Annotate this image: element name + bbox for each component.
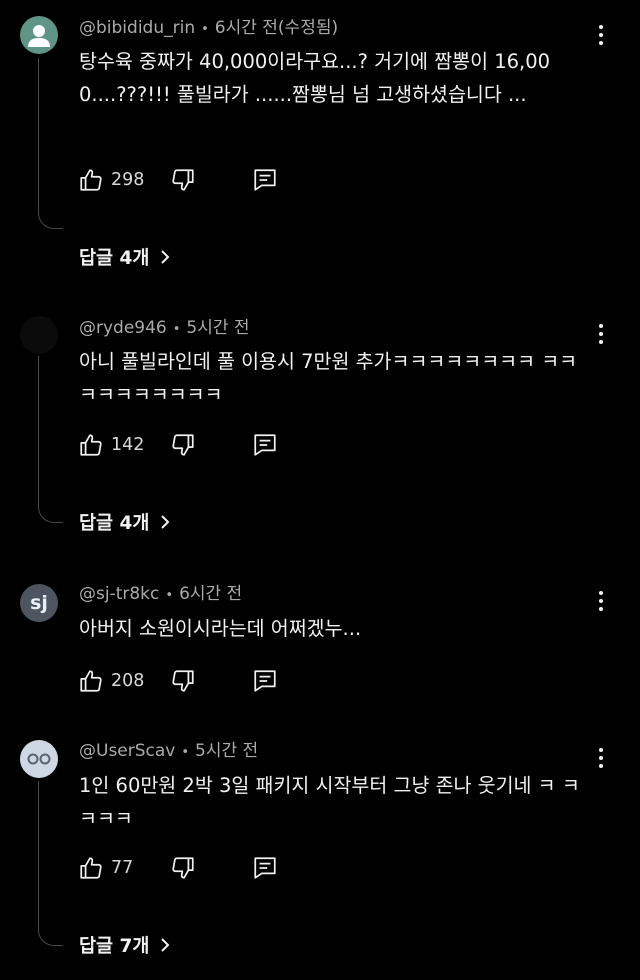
view-replies-button[interactable]: 답글 4개 (79, 508, 171, 536)
reply-icon (254, 169, 276, 191)
reply-button[interactable] (252, 666, 278, 696)
comment-meta: @ryde946 • 5시간 전 (79, 316, 250, 340)
replies-label: 답글 4개 (79, 248, 150, 269)
comment-text: 탕수육 중짜가 40,000이라구요...? 거기에 짬뽕이 16,000...… (79, 50, 551, 106)
eyes-icon (27, 753, 51, 765)
chevron-right-icon (161, 515, 170, 529)
avatar[interactable] (20, 740, 58, 778)
like-count: 298 (111, 170, 145, 190)
more-dot (599, 748, 603, 752)
like-button[interactable]: 77 (78, 853, 133, 883)
reply-button[interactable] (252, 853, 278, 883)
thumbs-up-icon (80, 169, 102, 191)
avatar-initials: sj (30, 592, 48, 614)
dislike-button[interactable] (170, 430, 196, 460)
comment-time: 6시간 전(수정됨) (214, 18, 339, 38)
like-count: 77 (111, 858, 134, 878)
reply-icon (254, 670, 276, 692)
comment-time: 5시간 전 (195, 741, 259, 761)
more-options-button[interactable] (594, 23, 608, 47)
avatar[interactable] (20, 16, 58, 54)
like-button[interactable]: 208 (78, 666, 144, 696)
reply-icon (254, 434, 276, 456)
reply-button[interactable] (252, 430, 278, 460)
more-dot (599, 332, 603, 336)
like-button[interactable]: 142 (78, 430, 144, 460)
more-dot (599, 324, 603, 328)
more-dot (599, 591, 603, 595)
avatar[interactable]: sj (20, 584, 58, 622)
dislike-button[interactable] (170, 853, 196, 883)
comment-meta: @sj-tr8kc • 6시간 전 (79, 582, 242, 606)
chevron-right-icon (161, 938, 170, 952)
view-replies-button[interactable]: 답글 7개 (79, 931, 171, 959)
meta-separator: • (201, 22, 209, 37)
more-options-button[interactable] (594, 322, 608, 346)
dislike-button[interactable] (170, 165, 196, 195)
comment-meta: @bibididu_rin • 6시간 전(수정됨) (79, 16, 338, 40)
more-dot (599, 340, 603, 344)
comment-time: 5시간 전 (186, 318, 250, 338)
more-dot (599, 41, 603, 45)
more-options-button[interactable] (594, 746, 608, 770)
comment-author[interactable]: @ryde946 (79, 318, 167, 338)
reply-icon (254, 857, 276, 879)
thread-line (38, 58, 63, 229)
thumbs-down-icon (172, 434, 194, 456)
more-dot (599, 33, 603, 37)
like-button[interactable]: 298 (78, 165, 144, 195)
more-options-button[interactable] (594, 589, 608, 613)
comment-text: 1인 60만원 2박 3일 패키지 시작부터 그냥 존나 웃기네 ㅋ ㅋㅋㅋㅋ (79, 774, 580, 830)
comment-text: 아니 풀빌라인데 풀 이용시 7만원 추가ㅋㅋㅋㅋㅋㅋㅋㅋ ㅋㅋㅋㅋㅋㅋㅋㅋㅋㅋ (79, 350, 578, 406)
comment-author[interactable]: @bibididu_rin (79, 18, 195, 38)
comment-time: 6시간 전 (179, 584, 243, 604)
thumbs-up-icon (80, 434, 102, 456)
thumbs-up-icon (80, 670, 102, 692)
comment-text: 아버지 소원이시라는데 어쩌겠누... (79, 617, 362, 640)
more-dot (599, 607, 603, 611)
comment-meta: @UserScav • 5시간 전 (79, 739, 258, 763)
thread-line (38, 356, 63, 523)
meta-separator: • (165, 588, 174, 603)
like-count: 208 (111, 671, 145, 691)
chevron-right-icon (161, 250, 170, 264)
thumbs-down-icon (172, 169, 194, 191)
person-icon (28, 25, 50, 47)
view-replies-button[interactable]: 답글 4개 (79, 243, 171, 271)
like-count: 142 (111, 435, 145, 455)
replies-label: 답글 7개 (79, 936, 150, 957)
thumbs-down-icon (172, 857, 194, 879)
thread-line (38, 781, 63, 946)
meta-separator: • (172, 322, 181, 337)
meta-separator: • (181, 745, 190, 760)
more-dot (599, 764, 603, 768)
more-dot (599, 25, 603, 29)
more-dot (599, 599, 603, 603)
more-dot (599, 756, 603, 760)
avatar[interactable] (20, 316, 58, 354)
reply-button[interactable] (252, 165, 278, 195)
replies-label: 답글 4개 (79, 513, 150, 534)
thumbs-down-icon (172, 670, 194, 692)
comment-author[interactable]: @sj-tr8kc (79, 584, 159, 604)
comment-author[interactable]: @UserScav (79, 741, 175, 761)
dislike-button[interactable] (170, 666, 196, 696)
thumbs-up-icon (80, 857, 102, 879)
